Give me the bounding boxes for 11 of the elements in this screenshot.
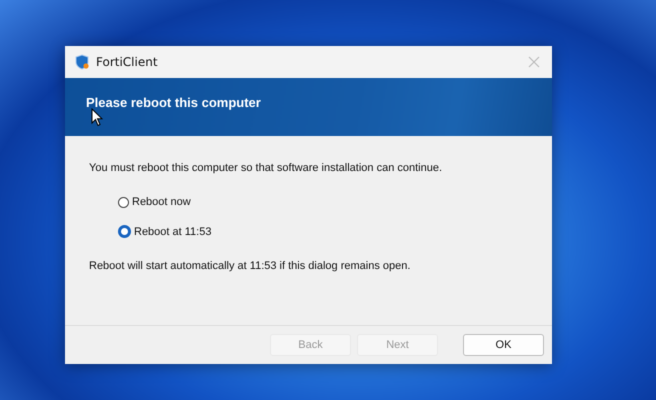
radio-button[interactable] (118, 196, 129, 208)
window-title: FortiClient (96, 55, 159, 69)
dialog-button[interactable]: OK (463, 334, 544, 356)
radio-button[interactable] (118, 225, 131, 238)
radio-option[interactable]: Reboot at 11:53 (118, 225, 212, 238)
shield-icon (74, 54, 90, 70)
banner-heading: Please reboot this computer (86, 94, 261, 110)
message-text: You must reboot this computer so that software installation can continue. (89, 162, 444, 174)
radio-option[interactable]: Reboot now (118, 196, 191, 208)
mouse-pointer-icon (91, 108, 103, 127)
note-text: Reboot will start automatically at 11:53 if this dialog remains open. (89, 260, 412, 272)
